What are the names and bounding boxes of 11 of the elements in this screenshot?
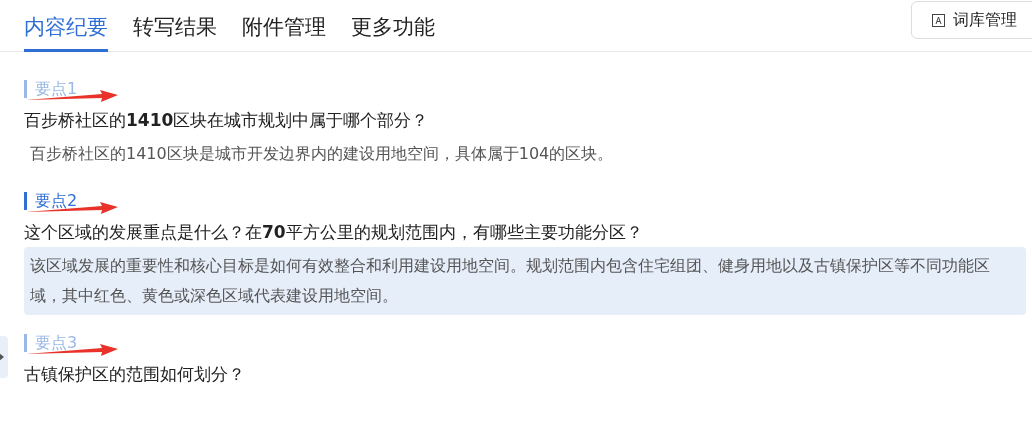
tab[interactable]: 更多功能 bbox=[351, 11, 435, 52]
tab[interactable]: 转写结果 bbox=[133, 11, 217, 52]
answer-text: 该区域发展的重要性和核心目标是如何有效整合和利用建设用地空间。规划范围内包含住宅组团、健身用地以及古镇保护区等不同功能区域，其中红色、黄色或深色区域代表建设用地空间。 bbox=[24, 247, 1026, 315]
question-text: 古镇保护区的范围如何划分？ bbox=[24, 363, 246, 386]
glossary-button[interactable]: 词库管理 bbox=[911, 1, 1032, 39]
answer-text: 百步桥社区的1410区块是城市开发边界内的建设用地空间，具体属于104的区块。 bbox=[29, 143, 615, 165]
tab[interactable]: 内容纪要 bbox=[24, 11, 108, 52]
tab[interactable]: 附件管理 bbox=[242, 11, 326, 52]
text-box-icon bbox=[932, 13, 945, 27]
question-text: 这个区域的发展重点是什么？在70平方公里的规划范围内，有哪些主要功能分区？ bbox=[24, 221, 644, 244]
question-text: 百步桥社区的1410区块在城市规划中属于哪个部分？ bbox=[24, 109, 430, 132]
